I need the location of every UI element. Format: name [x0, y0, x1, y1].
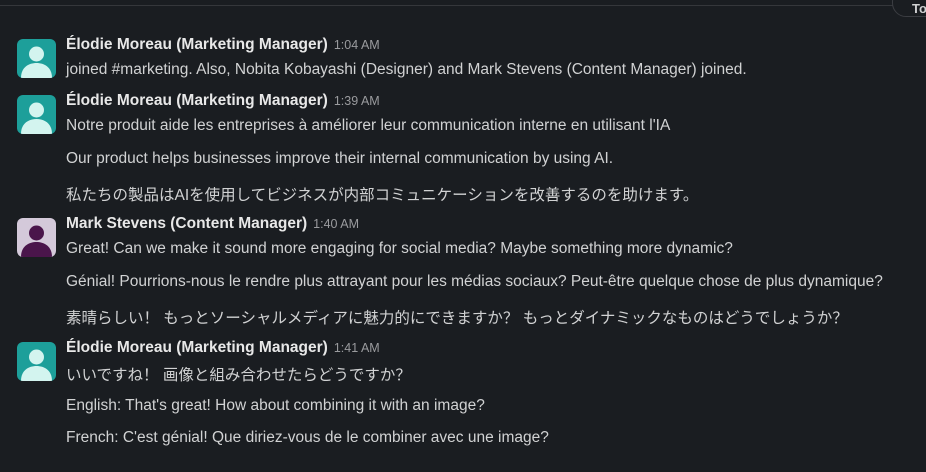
author-name[interactable]: Élodie Moreau (Marketing Manager)	[66, 339, 328, 356]
user-avatar-teal-icon	[17, 342, 56, 381]
message-text: English: That's great! How about combini…	[66, 397, 485, 414]
author-name[interactable]: Élodie Moreau (Marketing Manager)	[66, 36, 328, 53]
message-text: 私たちの製品はAIを使用してビジネスが内部コミュニケーションを改善するのを助けま…	[66, 187, 699, 204]
message-text: 素晴らしい！ もっとソーシャルメディアに魅力的にできますか？ もっとダイナミック…	[66, 310, 848, 327]
message-timestamp[interactable]: 1:04 AM	[334, 38, 380, 52]
message-text: French: C'est génial! Que diriez-vous de…	[66, 429, 549, 446]
avatar[interactable]	[17, 95, 56, 134]
message-timestamp[interactable]: 1:41 AM	[334, 341, 380, 355]
message-text: Our product helps businesses improve the…	[66, 150, 614, 167]
user-avatar-teal-icon	[17, 39, 56, 78]
message-header: Élodie Moreau (Marketing Manager) 1:41 AM	[66, 339, 380, 357]
message-timestamp[interactable]: 1:39 AM	[334, 94, 380, 108]
message-text: joined #marketing. Also, Nobita Kobayash…	[66, 61, 747, 78]
avatar[interactable]	[17, 342, 56, 381]
author-name[interactable]: Élodie Moreau (Marketing Manager)	[66, 92, 328, 109]
avatar[interactable]	[17, 39, 56, 78]
user-avatar-teal-icon	[17, 95, 56, 134]
message-text: いいですね！ 画像と組み合わせたらどうですか？	[66, 367, 411, 384]
message-text: Great! Can we make it sound more engagin…	[66, 240, 733, 257]
date-jump-button[interactable]: Today	[892, 0, 926, 17]
day-divider	[0, 5, 900, 6]
message-header: Mark Stevens (Content Manager) 1:40 AM	[66, 215, 359, 233]
message-timestamp[interactable]: 1:40 AM	[313, 217, 359, 231]
user-avatar-purple-icon	[17, 218, 56, 257]
avatar[interactable]	[17, 218, 56, 257]
message-header: Élodie Moreau (Marketing Manager) 1:04 AM	[66, 36, 380, 54]
message-header: Élodie Moreau (Marketing Manager) 1:39 AM	[66, 92, 380, 110]
message-text: Génial! Pourrions-nous le rendre plus at…	[66, 273, 883, 290]
message-text: Notre produit aide les entreprises à amé…	[66, 117, 671, 134]
author-name[interactable]: Mark Stevens (Content Manager)	[66, 215, 307, 232]
